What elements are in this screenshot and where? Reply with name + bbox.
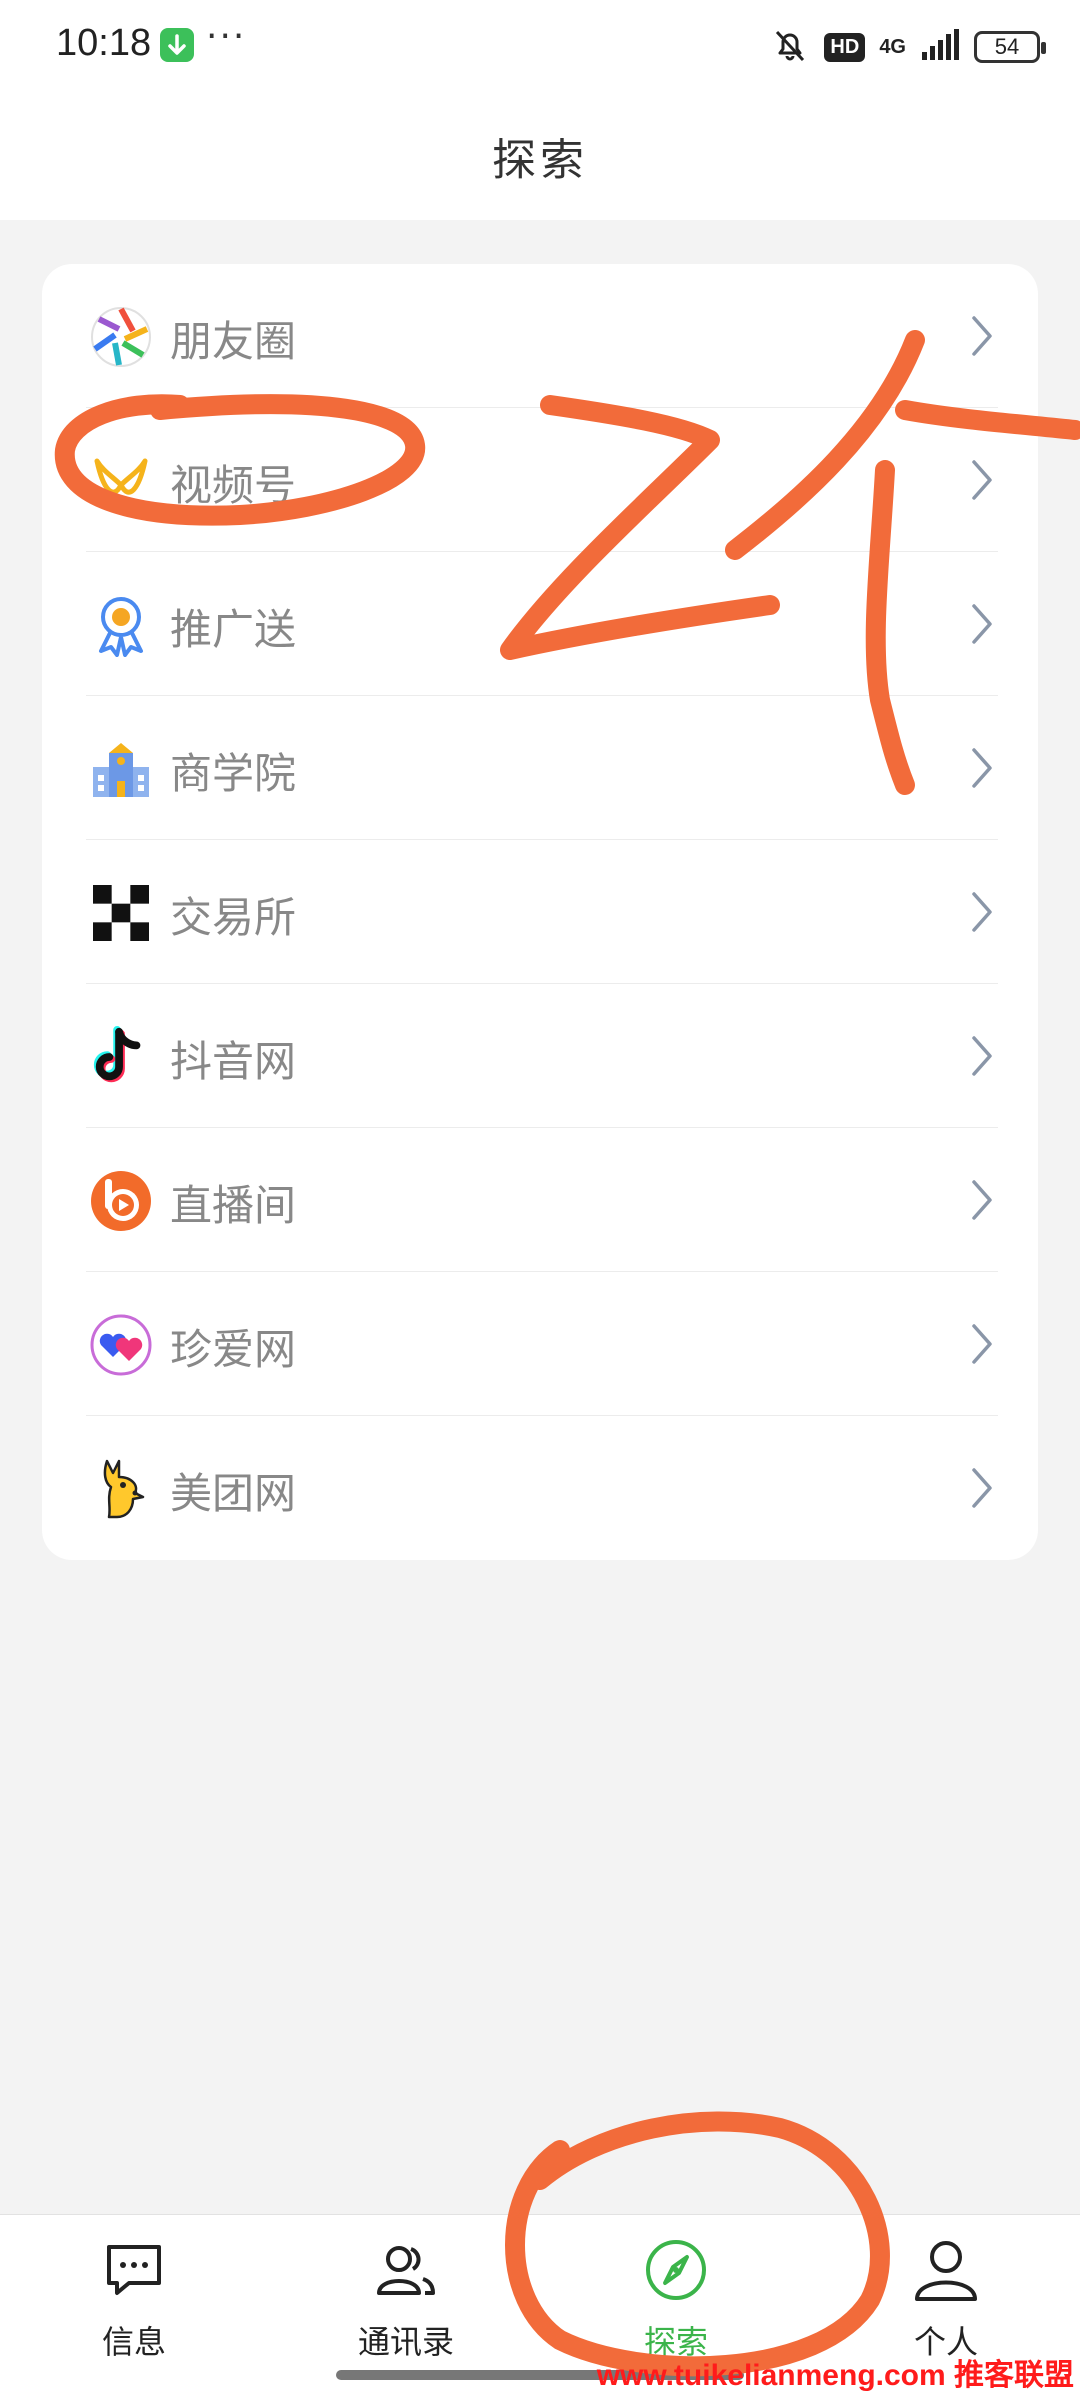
menu-item-label: 视频号 — [170, 461, 297, 510]
tiktok-note-icon — [88, 1024, 154, 1090]
hearts-icon — [88, 1312, 154, 1378]
page-title: 探索 — [492, 135, 588, 186]
aperture-icon — [88, 304, 154, 370]
school-building-icon — [88, 736, 154, 802]
chevron-right-icon — [972, 604, 992, 644]
checker-exchange-icon — [88, 880, 154, 946]
menu-item-label: 商学院 — [170, 749, 297, 798]
page-header: 探索 — [0, 92, 1080, 220]
more-dots-icon: ··· — [206, 16, 247, 57]
battery-indicator: 54 — [974, 31, 1046, 63]
menu-item-label: 交易所 — [170, 893, 297, 942]
menu-item-douyin[interactable]: 抖音网 — [42, 984, 1038, 1128]
signal-icon — [920, 28, 960, 66]
chat-bubble-icon — [107, 2245, 161, 2295]
hd-badge: HD — [824, 32, 866, 62]
person-icon — [915, 2241, 977, 2301]
network-label: 4G — [879, 35, 906, 58]
contacts-icon — [377, 2246, 435, 2295]
menu-item-label: 直播间 — [170, 1181, 297, 1230]
chevron-right-icon — [972, 1036, 992, 1076]
watermark-text: www.tuikelianmeng.com 推客联盟 — [596, 2359, 1074, 2392]
menu-item-live-room[interactable]: 直播间 — [42, 1128, 1038, 1272]
explore-menu-card: 朋友圈 视频号 推广送 商学院 交易所 抖音网 直播间 珍爱网 美团网 — [42, 264, 1038, 1560]
menu-item-promote[interactable]: 推广送 — [42, 552, 1038, 696]
tab-messages[interactable]: 信息 — [34, 2235, 234, 2375]
tab-label: 信息 — [101, 2323, 166, 2361]
tab-label: 通讯录 — [357, 2323, 454, 2361]
chevron-right-icon — [972, 748, 992, 788]
live-play-icon — [88, 1168, 154, 1234]
menu-item-channels[interactable]: 视频号 — [42, 408, 1038, 552]
channels-icon — [88, 448, 154, 514]
award-ribbon-icon — [88, 592, 154, 658]
chevron-right-icon — [972, 892, 992, 932]
status-time: 10:18 — [56, 22, 152, 64]
menu-item-academy[interactable]: 商学院 — [42, 696, 1038, 840]
chevron-right-icon — [972, 460, 992, 500]
chevron-right-icon — [972, 1324, 992, 1364]
menu-item-zhenai[interactable]: 珍爱网 — [42, 1272, 1038, 1416]
bell-muted-icon — [770, 25, 810, 69]
menu-item-moments[interactable]: 朋友圈 — [42, 264, 1038, 408]
menu-item-label: 美团网 — [170, 1469, 297, 1518]
compass-icon — [646, 2240, 706, 2300]
chevron-right-icon — [972, 1180, 992, 1220]
kangaroo-icon — [88, 1456, 154, 1522]
menu-item-meituan[interactable]: 美团网 — [42, 1416, 1038, 1560]
tab-contacts[interactable]: 通讯录 — [306, 2235, 506, 2375]
menu-item-label: 朋友圈 — [170, 317, 297, 366]
menu-item-exchange[interactable]: 交易所 — [42, 840, 1038, 984]
download-icon — [160, 28, 194, 62]
chevron-right-icon — [972, 1468, 992, 1508]
status-icons: HD 4G 54 — [770, 24, 1046, 70]
menu-item-label: 珍爱网 — [170, 1325, 297, 1374]
status-bar: 10:18 ··· HD 4G 54 — [0, 0, 1080, 92]
chevron-right-icon — [972, 316, 992, 356]
menu-item-label: 推广送 — [170, 605, 297, 654]
menu-item-label: 抖音网 — [170, 1037, 297, 1086]
